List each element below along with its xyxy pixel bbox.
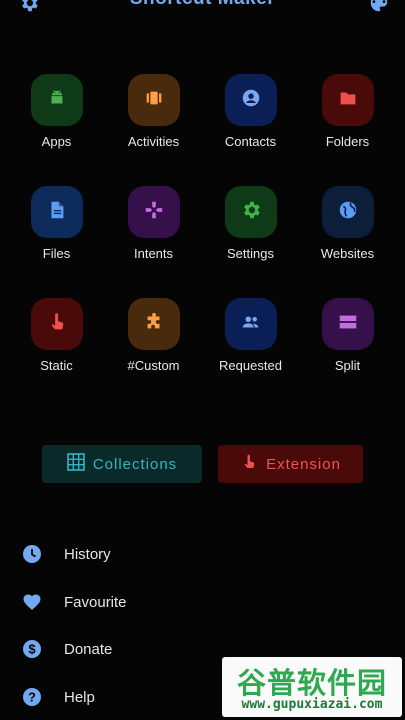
tile-label: Contacts [224, 134, 277, 149]
tile-label: Static [40, 358, 73, 373]
tile-requested-bg [224, 298, 277, 350]
tile-custom[interactable]: #Custom [105, 298, 202, 398]
menu-item-help[interactable]: ? Help [22, 682, 95, 712]
menu-item-favourite[interactable]: Favourite [22, 587, 127, 617]
tile-activities-bg [127, 74, 180, 126]
tile-intents[interactable]: Intents [105, 186, 202, 286]
tile-label: #Custom [127, 358, 180, 373]
tile-label: Files [42, 246, 71, 261]
tile-label: Apps [41, 134, 72, 149]
watermark-url: www.gupuxiazai.com [241, 697, 383, 712]
gamepad-icon [143, 199, 165, 226]
tile-contacts-bg [224, 74, 277, 126]
svg-text:?: ? [28, 690, 36, 705]
tile-label: Settings [227, 246, 274, 261]
collections-label: Collections [92, 455, 178, 473]
tile-label: Folders [325, 134, 370, 149]
android-icon [46, 87, 68, 114]
globe-icon [337, 199, 359, 226]
extension-button[interactable]: Extension [218, 445, 363, 483]
menu-item-donate[interactable]: $ Donate [22, 634, 112, 664]
palette-icon[interactable] [368, 0, 390, 14]
menu-label: Favourite [64, 593, 127, 611]
tile-split[interactable]: Split [299, 298, 396, 398]
split-icon [337, 311, 359, 338]
tile-files-bg [30, 186, 83, 238]
tile-folders[interactable]: Folders [299, 74, 396, 174]
touch-icon [240, 453, 258, 475]
puzzle-icon [143, 311, 165, 338]
tile-settings[interactable]: Settings [202, 186, 299, 286]
help-icon: ? [22, 687, 42, 707]
menu-label: Donate [64, 640, 113, 658]
tile-label: Websites [320, 246, 375, 261]
tile-apps-bg [30, 74, 83, 126]
menu-label: Help [64, 688, 95, 706]
grid-icon [67, 453, 85, 475]
tile-websites[interactable]: Websites [299, 186, 396, 286]
tile-label: Activities [127, 134, 180, 149]
clock-icon [22, 544, 42, 564]
folder-icon [337, 87, 359, 114]
dollar-icon: $ [22, 639, 42, 659]
tile-static[interactable]: Static [8, 298, 105, 398]
tile-requested[interactable]: Requested [202, 298, 299, 398]
tile-files[interactable]: Files [8, 186, 105, 286]
menu-item-history[interactable]: History [22, 539, 111, 569]
tile-static-bg [30, 298, 83, 350]
activities-icon [143, 87, 165, 114]
tile-custom-bg [127, 298, 180, 350]
heart-icon [22, 592, 42, 612]
tile-label: Requested [219, 358, 282, 373]
tile-settings-bg [224, 186, 277, 238]
tile-label: Split [334, 358, 361, 373]
touch-icon [46, 311, 68, 338]
app-header: Shortcut Maker [0, 0, 405, 14]
collections-button[interactable]: Collections [42, 445, 202, 483]
tile-split-bg [321, 298, 374, 350]
tile-apps[interactable]: Apps [8, 74, 105, 174]
extension-label: Extension [266, 455, 341, 473]
people-icon [240, 311, 262, 338]
tile-label: Intents [133, 246, 174, 261]
app-title: Shortcut Maker [0, 0, 405, 10]
watermark-title: 谷普软件园 [236, 666, 387, 700]
tile-contacts[interactable]: Contacts [202, 74, 299, 174]
tile-folders-bg [321, 74, 374, 126]
file-icon [46, 199, 68, 226]
tile-intents-bg [127, 186, 180, 238]
menu-label: History [64, 545, 111, 563]
svg-text:$: $ [28, 642, 36, 657]
gear-icon [240, 199, 262, 226]
tile-activities[interactable]: Activities [105, 74, 202, 174]
contact-icon [240, 87, 262, 114]
site-watermark: 谷普软件园 www.gupuxiazai.com [222, 657, 402, 717]
tile-websites-bg [321, 186, 374, 238]
